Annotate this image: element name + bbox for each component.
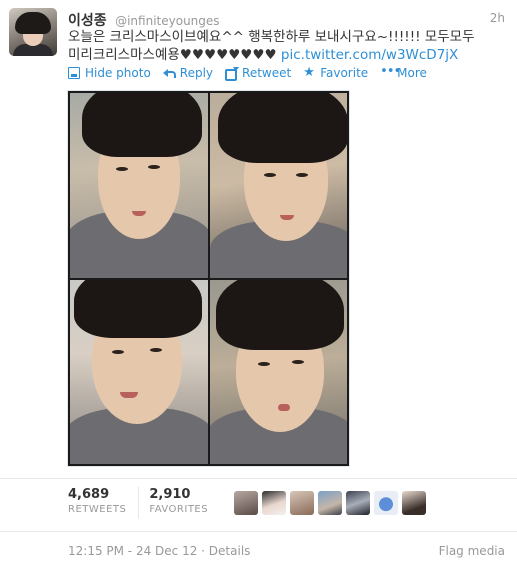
photo-icon: [68, 67, 80, 79]
hide-photo-button[interactable]: Hide photo: [68, 66, 151, 80]
tweet-footer: 12:15 PM - 24 Dec 12 · Details: [68, 544, 250, 558]
retweet-label: Retweet: [242, 66, 292, 80]
footer-separator: ·: [197, 544, 209, 558]
media-link[interactable]: pic.twitter.com/w3WcD7jX: [281, 47, 458, 63]
divider-bottom: [0, 531, 517, 532]
favoriter-avatar[interactable]: [318, 491, 342, 515]
tweet-photo[interactable]: [67, 90, 350, 467]
favorites-label: FAVORITES: [149, 504, 209, 515]
tweet-header: 이성종 @infiniteyounges: [68, 10, 220, 29]
tweet-timestamp[interactable]: 12:15 PM - 24 Dec 12: [68, 544, 197, 558]
photo-panel-top-right: [209, 93, 347, 278]
tweet-text: 오늘은 크리스마스이브예요^^ 행복한하루 보내시구요~!!!!!! 모두모두 …: [68, 28, 508, 64]
more-dots-icon: •••: [380, 64, 401, 79]
tweet-stats: 4,689 RETWEETS 2,910 FAVORITES: [68, 487, 230, 519]
username[interactable]: @infiniteyounges: [115, 14, 219, 28]
favorite-label: Favorite: [320, 66, 369, 80]
tweet-time[interactable]: 2h: [490, 11, 505, 25]
favoriter-avatar[interactable]: [290, 491, 314, 515]
full-name[interactable]: 이성종: [68, 13, 107, 29]
favoriter-avatar[interactable]: [402, 491, 426, 515]
hide-photo-label: Hide photo: [85, 66, 151, 80]
tweet-text-line1: 오늘은 크리스마스이브예요^^ 행복한하루 보내시구요~!!!!!! 모두모두: [68, 29, 475, 45]
reply-button[interactable]: Reply: [162, 66, 214, 80]
favoriter-avatar[interactable]: [374, 491, 398, 515]
divider-top: [0, 478, 517, 479]
favorites-stat[interactable]: 2,910 FAVORITES: [149, 487, 208, 517]
retweets-count: 4,689: [68, 487, 110, 502]
details-link[interactable]: Details: [209, 544, 251, 558]
favoriters-avatars: [234, 491, 426, 515]
more-button[interactable]: ••• More: [380, 64, 427, 80]
favoriter-avatar[interactable]: [262, 491, 286, 515]
reply-icon: [162, 67, 176, 79]
retweet-button[interactable]: Retweet: [225, 66, 292, 81]
avatar[interactable]: [9, 8, 57, 56]
star-icon: ★: [303, 65, 315, 80]
favorite-button[interactable]: ★ Favorite: [303, 66, 368, 80]
reply-label: Reply: [179, 66, 214, 80]
more-label: More: [397, 66, 427, 80]
tweet-actions: Hide photo Reply Retweet ★ Favorite ••• …: [68, 64, 439, 81]
stat-separator: [138, 487, 140, 519]
tweet: 이성종 @infiniteyounges 2h 오늘은 크리스마스이브예요^^ …: [0, 0, 517, 573]
retweets-label: RETWEETS: [68, 504, 127, 515]
flag-media-link[interactable]: Flag media: [439, 544, 505, 558]
retweets-stat[interactable]: 4,689 RETWEETS: [68, 487, 126, 517]
favorites-count: 2,910: [149, 487, 191, 502]
retweet-icon: [225, 67, 240, 81]
tweet-text-line2: 미리크리스마스예용♥♥♥♥♥♥♥♥: [68, 47, 281, 63]
favoriter-avatar[interactable]: [234, 491, 258, 515]
photo-panel-top-left: [70, 93, 208, 278]
photo-panel-bottom-right: [209, 279, 347, 464]
favoriter-avatar[interactable]: [346, 491, 370, 515]
photo-panel-bottom-left: [70, 279, 208, 464]
